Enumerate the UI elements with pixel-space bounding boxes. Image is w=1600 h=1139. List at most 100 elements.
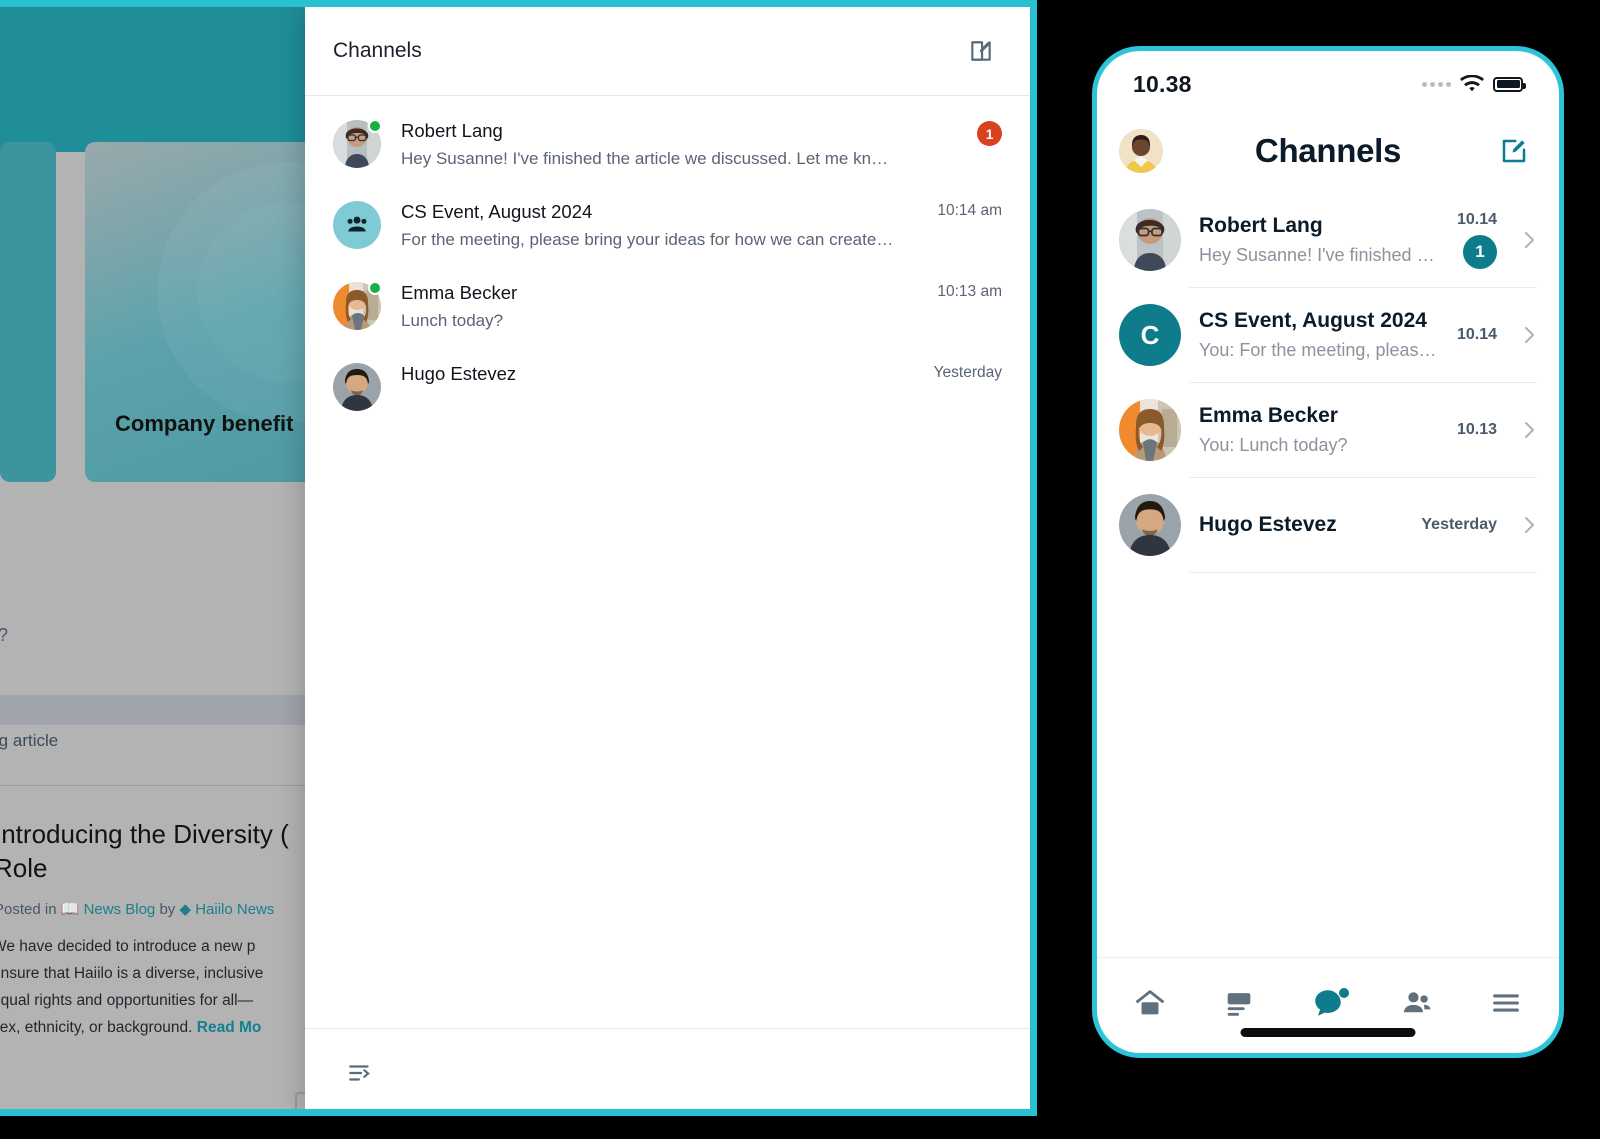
group-avatar <box>333 201 381 249</box>
group-initial-avatar: C <box>1119 304 1181 366</box>
channel-time: 10:13 am <box>937 283 1002 300</box>
phone-page-title: Channels <box>1254 132 1402 169</box>
emma-becker-avatar <box>1119 399 1181 461</box>
channel-row-emma-becker[interactable]: Emma Becker Lunch today? 10:13 am <box>305 266 1030 347</box>
background-article-meta: Posted in 📖 News Blog by ◆ Haiilo News <box>0 900 274 918</box>
phone-channel-meta: Yesterday <box>1421 516 1497 534</box>
channel-row-content: Robert Lang Hey Susanne! I've finished t… <box>401 118 896 171</box>
channel-preview: For the meeting, please bring your ideas… <box>401 230 896 249</box>
phone-channel-preview: You: Lunch today? <box>1199 435 1348 455</box>
phone-channel-name: Robert Lang <box>1199 214 1323 237</box>
phone-channel-content: Emma Becker You: Lunch today? <box>1199 402 1439 458</box>
avatar-wrapper <box>333 201 381 249</box>
headline-line-1: Introducing the Diversity ( <box>0 819 289 849</box>
channel-row-content: Hugo Estevez <box>401 361 896 389</box>
body-line-3: equal rights and opportunities for all— <box>0 992 254 1009</box>
phone-header: Channels <box>1097 109 1559 193</box>
chat-notification-dot <box>1338 987 1349 998</box>
hamburger-menu-icon <box>1489 986 1523 1025</box>
avatar-wrapper <box>333 119 382 168</box>
unread-badge: 1 <box>977 121 1002 146</box>
chevron-right-icon <box>1521 324 1537 346</box>
channel-name: Emma Becker <box>401 282 518 303</box>
phone-channels-list[interactable]: Robert Lang Hey Susanne! I've finished t… <box>1097 193 1559 957</box>
channel-row-content: CS Event, August 2024 For the meeting, p… <box>401 199 896 252</box>
phone-channel-content: CS Event, August 2024 You: For the meeti… <box>1199 307 1439 363</box>
channel-name: Hugo Estevez <box>401 363 517 384</box>
tab-menu[interactable] <box>1483 986 1529 1026</box>
channel-row-hugo-estevez[interactable]: Hugo Estevez Yesterday <box>305 347 1030 425</box>
channel-preview: Lunch today? <box>401 311 504 330</box>
phone-channel-row-cs-event[interactable]: C CS Event, August 2024 You: For the mee… <box>1097 288 1559 382</box>
compose-icon[interactable] <box>1499 136 1529 166</box>
channels-panel-header: Channels <box>305 7 1030 96</box>
tab-people[interactable] <box>1394 986 1440 1026</box>
background-article-headline: Introducing the Diversity ( Role <box>0 817 312 885</box>
channel-preview: Hey Susanne! I've finished the article w… <box>401 149 896 168</box>
avatar-wrapper <box>333 281 382 330</box>
tab-chat[interactable] <box>1305 986 1351 1026</box>
hugo-estevez-avatar <box>1119 494 1181 556</box>
tab-news-feed[interactable] <box>1216 986 1262 1026</box>
compose-icon[interactable] <box>968 38 994 64</box>
phone-channel-row-emma-becker[interactable]: Emma Becker You: Lunch today? 10.13 <box>1097 383 1559 477</box>
phone-channel-row-hugo-estevez[interactable]: Hugo Estevez Yesterday <box>1097 478 1559 572</box>
tab-home[interactable] <box>1127 986 1173 1026</box>
channel-row-meta: 10:13 am <box>916 280 1002 301</box>
channels-panel-title: Channels <box>333 39 422 62</box>
body-line-2: ensure that Haiilo is a diverse, inclusi… <box>0 965 264 982</box>
background-card-left <box>0 142 56 482</box>
online-status-dot <box>368 119 382 133</box>
channels-panel-footer <box>305 1028 1030 1109</box>
posted-in-label: Posted in <box>0 901 57 918</box>
channels-list[interactable]: Robert Lang Hey Susanne! I've finished t… <box>305 96 1030 1028</box>
collapse-sidebar-icon[interactable] <box>347 1060 373 1086</box>
background-rule <box>0 785 312 786</box>
news-feed-icon <box>1222 986 1256 1025</box>
channel-row-meta: Yesterday <box>916 361 1002 382</box>
phone-bottom-tab-bar <box>1097 957 1559 1053</box>
phone-channel-time: Yesterday <box>1421 516 1497 533</box>
desktop-app-window: Company benefit n? blog article Introduc… <box>0 0 1037 1116</box>
phone-channel-time: 10.13 <box>1456 421 1497 438</box>
phone-channel-row-robert-lang[interactable]: Robert Lang Hey Susanne! I've finished t… <box>1097 193 1559 287</box>
signal-dots-icon <box>1422 81 1451 87</box>
hugo-estevez-avatar <box>333 363 381 411</box>
channel-row-meta: 1 <box>916 118 1002 146</box>
battery-icon <box>1493 76 1526 92</box>
user-avatar[interactable] <box>1119 129 1163 173</box>
unread-badge: 1 <box>1463 235 1497 269</box>
robert-lang-avatar <box>1119 209 1181 271</box>
phone-channel-meta: 10.14 <box>1457 326 1497 344</box>
channel-time: Yesterday <box>933 364 1002 381</box>
posted-channel-link[interactable]: News Blog <box>84 901 156 918</box>
home-icon <box>1133 986 1167 1025</box>
phone-channel-preview: You: For the meeting, please bring yo… <box>1199 340 1439 360</box>
background-divider-band <box>0 695 312 725</box>
phone-channel-time: 10.14 <box>1456 211 1497 228</box>
posted-author-link[interactable]: Haiilo News <box>195 901 274 918</box>
body-line-4: sex, ethnicity, or background. Read Mo <box>0 1014 312 1041</box>
mobile-app-frame: 10.38 Channels Robert Lang Hey Susanne! … <box>1092 46 1564 1058</box>
body-line-4-text: sex, ethnicity, or background. <box>0 1019 193 1036</box>
background-card-title: Company benefit <box>115 411 294 436</box>
channel-name: Robert Lang <box>401 120 503 141</box>
channel-time: 10:14 am <box>937 202 1002 219</box>
background-hero-banner <box>0 7 312 152</box>
read-more-link[interactable]: Read Mo <box>197 1019 262 1036</box>
phone-channel-meta: 10.13 <box>1457 421 1497 439</box>
home-indicator <box>1240 1028 1416 1037</box>
phone-channel-name: CS Event, August 2024 <box>1199 309 1427 332</box>
phone-channel-preview: Hey Susanne! I've finished the article… <box>1199 245 1439 265</box>
phone-channel-name: Hugo Estevez <box>1199 513 1337 536</box>
channel-row-robert-lang[interactable]: Robert Lang Hey Susanne! I've finished t… <box>305 104 1030 185</box>
screenshot-stage: Company benefit n? blog article Introduc… <box>0 0 1600 1139</box>
phone-channel-name: Emma Becker <box>1199 404 1338 427</box>
blog-icon: 📖 <box>60 901 80 918</box>
chevron-right-icon <box>1521 514 1537 536</box>
channel-row-cs-event[interactable]: CS Event, August 2024 For the meeting, p… <box>305 185 1030 266</box>
background-article-body: We have decided to introduce a new p ens… <box>0 933 312 1041</box>
background-question-fragment: n? <box>0 625 8 646</box>
channels-panel: Channels Robert Lang Hey Susanne! I've f… <box>305 7 1030 1109</box>
phone-status-bar: 10.38 <box>1097 51 1559 109</box>
